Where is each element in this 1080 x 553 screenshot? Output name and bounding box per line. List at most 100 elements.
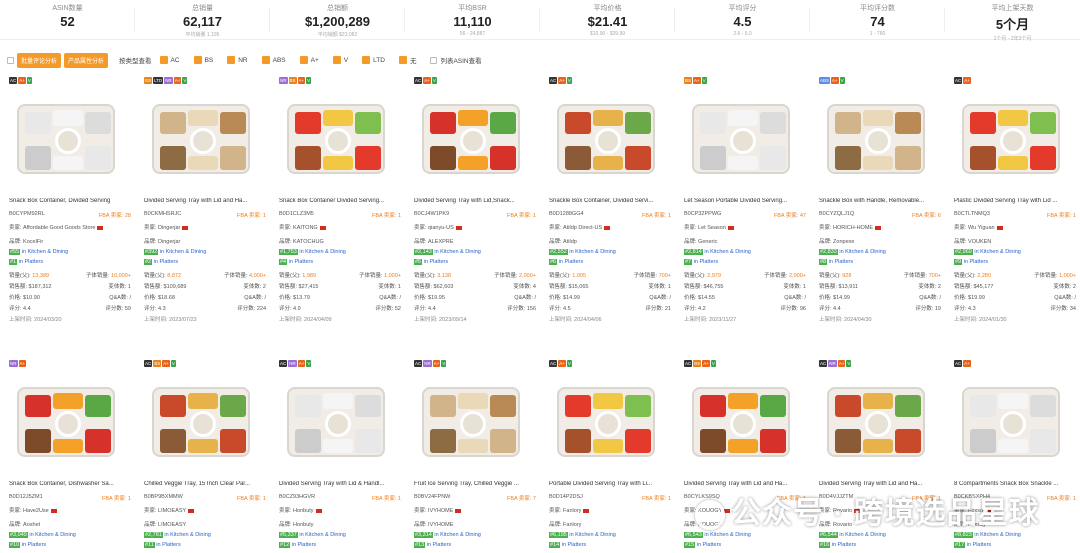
product-card[interactable]: BS LTD NR A+ V Divided Serving Tray with Lid … <box>138 74 268 350</box>
brand[interactable]: 品牌: KATOCHUG <box>279 237 324 245</box>
asin[interactable]: B0D1CLZ3M5 <box>279 211 314 219</box>
product-image[interactable] <box>557 104 655 174</box>
asin[interactable]: B0D14P2DSJ <box>549 494 583 502</box>
rank-main[interactable]: #3,049 in Kitchen & Dining <box>9 532 76 538</box>
rank-sub[interactable]: #12 in Platters <box>279 542 316 548</box>
seller[interactable]: 卖家: Honbuty <box>279 506 322 514</box>
filter-无[interactable]: 无 <box>398 55 416 65</box>
rank-main[interactable]: #1,753 in Kitchen & Dining <box>279 249 346 255</box>
asin[interactable]: B0CYPM92RL <box>9 211 45 219</box>
asin[interactable]: B0CZ93HGVR <box>279 494 315 502</box>
rank-main[interactable]: #55 in Kitchen & Dining <box>9 249 68 255</box>
product-image[interactable] <box>692 387 790 457</box>
rank-sub[interactable]: #6 in Platters <box>549 259 583 265</box>
seller[interactable]: 卖家: qianyu-US <box>414 223 462 231</box>
rank-sub[interactable]: #1 in Platters <box>9 259 43 265</box>
product-title[interactable]: Divided Serving Tray with Lid & Handl... <box>279 481 399 487</box>
product-image-wrap[interactable] <box>411 84 531 194</box>
rank-main[interactable]: #8,823 in Kitchen & Dining <box>954 532 1021 538</box>
product-image[interactable] <box>962 104 1060 174</box>
product-title[interactable]: Snack Box Container Divided Serving... <box>279 198 399 204</box>
product-title[interactable]: Divided Serving Tray with Lid and Ha... <box>144 198 264 204</box>
product-title[interactable]: Let Season Portable Divided Serving... <box>684 198 804 204</box>
seller[interactable]: 卖家: Dingerjar <box>144 223 189 231</box>
product-title[interactable]: Snackle Box with Handle, Removable... <box>819 198 939 204</box>
rank-main[interactable]: #2,833 in Kitchen & Dining <box>819 249 886 255</box>
product-card[interactable]: AC A+ V Snack Box Container, Divided Servin… <box>3 74 133 350</box>
seller[interactable]: 卖家: Atildp Direct-US <box>549 223 611 231</box>
filter-a+[interactable]: A+ <box>299 55 319 65</box>
seller[interactable]: 卖家: LIMOEASY <box>144 506 195 514</box>
product-image[interactable] <box>17 104 115 174</box>
product-title[interactable]: Snackle Box Container, Divided Servi... <box>549 198 669 204</box>
seller[interactable]: 卖家: Wu Yiguan <box>954 223 1003 231</box>
rank-main[interactable]: #5,337 in Kitchen & Dining <box>279 532 346 538</box>
product-card[interactable]: NR BS A+ V Snack Box Container Divided Servi… <box>273 74 403 350</box>
rank-sub[interactable]: #10 in Platters <box>9 542 46 548</box>
product-image-wrap[interactable] <box>816 367 936 477</box>
product-image[interactable] <box>557 387 655 457</box>
product-title[interactable]: Snack Box Container, Divided Serving <box>9 198 129 204</box>
filter-ltd[interactable]: LTD <box>362 55 385 65</box>
product-title[interactable]: 8 Compartments Snack Box Snackle ... <box>954 481 1074 487</box>
filter-abs[interactable]: ABS <box>261 55 286 65</box>
rank-sub[interactable]: #16 in Platters <box>819 542 856 548</box>
brand[interactable]: 品牌: Fanlory <box>549 520 581 528</box>
rank-main[interactable]: #392 in Kitchen & Dining <box>144 249 206 255</box>
rank-sub[interactable]: #14 in Platters <box>549 542 586 548</box>
rank-main[interactable]: #2,781 in Kitchen & Dining <box>144 532 211 538</box>
rank-sub[interactable]: #7 in Platters <box>684 259 718 265</box>
product-image-wrap[interactable] <box>411 367 531 477</box>
asin[interactable]: B0D12J5ZM1 <box>9 494 43 502</box>
product-image-wrap[interactable] <box>951 367 1071 477</box>
rank-sub[interactable]: #17 in Platters <box>954 542 991 548</box>
product-title[interactable]: Snack Box Container, Dishwasher Sa... <box>9 481 129 487</box>
filter-bs[interactable]: BS <box>193 55 213 65</box>
list-asin-checkbox[interactable] <box>430 56 438 64</box>
brand[interactable]: 品牌: ALEXPRE <box>414 237 453 245</box>
rank-sub[interactable]: #5 in Platters <box>414 259 448 265</box>
product-image-wrap[interactable] <box>816 84 936 194</box>
seller[interactable]: 卖家: HORICH-HOME <box>819 223 882 231</box>
brand[interactable]: 品牌: Generic <box>684 237 717 245</box>
product-image[interactable] <box>152 104 250 174</box>
product-image-wrap[interactable] <box>276 84 396 194</box>
rank-sub[interactable]: #9 in Platters <box>954 259 988 265</box>
rank-sub[interactable]: #8 in Platters <box>819 259 853 265</box>
seller[interactable]: 卖家: Have2Use <box>9 506 57 514</box>
filter-nr[interactable]: NR <box>227 55 248 65</box>
product-card[interactable]: BS A+ V Let Season Portable Divided Serving… <box>678 74 808 350</box>
brand[interactable]: 品牌: Dingerjar <box>144 237 180 245</box>
product-image-wrap[interactable] <box>681 84 801 194</box>
product-title[interactable]: Divided Serving Tray with Lid and Ha... <box>684 481 804 487</box>
product-image-wrap[interactable] <box>951 84 1071 194</box>
product-image-wrap[interactable] <box>141 84 261 194</box>
brand[interactable]: 品牌: KocelFir <box>9 237 43 245</box>
asin[interactable]: B0CP32PPWG <box>684 211 721 219</box>
product-title[interactable]: Plastic Divided Serving Tray with Lid ..… <box>954 198 1074 204</box>
asin[interactable]: B0CKMHSRJC <box>144 211 181 219</box>
asin[interactable]: B0BV24FPNW <box>414 494 450 502</box>
product-image-wrap[interactable] <box>546 367 666 477</box>
brand[interactable]: 品牌: LIMOEASY <box>144 520 186 528</box>
product-image[interactable] <box>422 104 520 174</box>
rank-main[interactable]: #3,314 in Kitchen & Dining <box>414 532 481 538</box>
rank-sub[interactable]: #2 in Platters <box>144 259 178 265</box>
asin[interactable]: B0CYZQLJ1Q <box>819 211 854 219</box>
product-image[interactable] <box>422 387 520 457</box>
brand[interactable]: 品牌: Atildp <box>549 237 577 245</box>
product-image-wrap[interactable] <box>141 367 261 477</box>
attribute-analysis-button[interactable]: 产品属性分析 <box>64 52 109 68</box>
rank-main[interactable]: #2,969 in Kitchen & Dining <box>954 249 1021 255</box>
product-card[interactable]: AC A+ V Snackle Box Container, Divided Serv… <box>543 74 673 350</box>
asin[interactable]: B0CTLTNMQ3 <box>954 211 990 219</box>
product-image[interactable] <box>287 387 385 457</box>
filter-v[interactable]: V <box>332 55 348 65</box>
seller[interactable]: 卖家: Affordable Good Goods Store <box>9 223 104 231</box>
rank-main[interactable]: #6,195 in Kitchen & Dining <box>549 532 616 538</box>
rank-main[interactable]: #2,143 in Kitchen & Dining <box>414 249 481 255</box>
brand[interactable]: 品牌: Aoshet <box>9 520 40 528</box>
product-image-wrap[interactable] <box>276 367 396 477</box>
rank-sub[interactable]: #11 in Platters <box>144 542 181 548</box>
brand[interactable]: 品牌: Honbuty <box>279 520 314 528</box>
